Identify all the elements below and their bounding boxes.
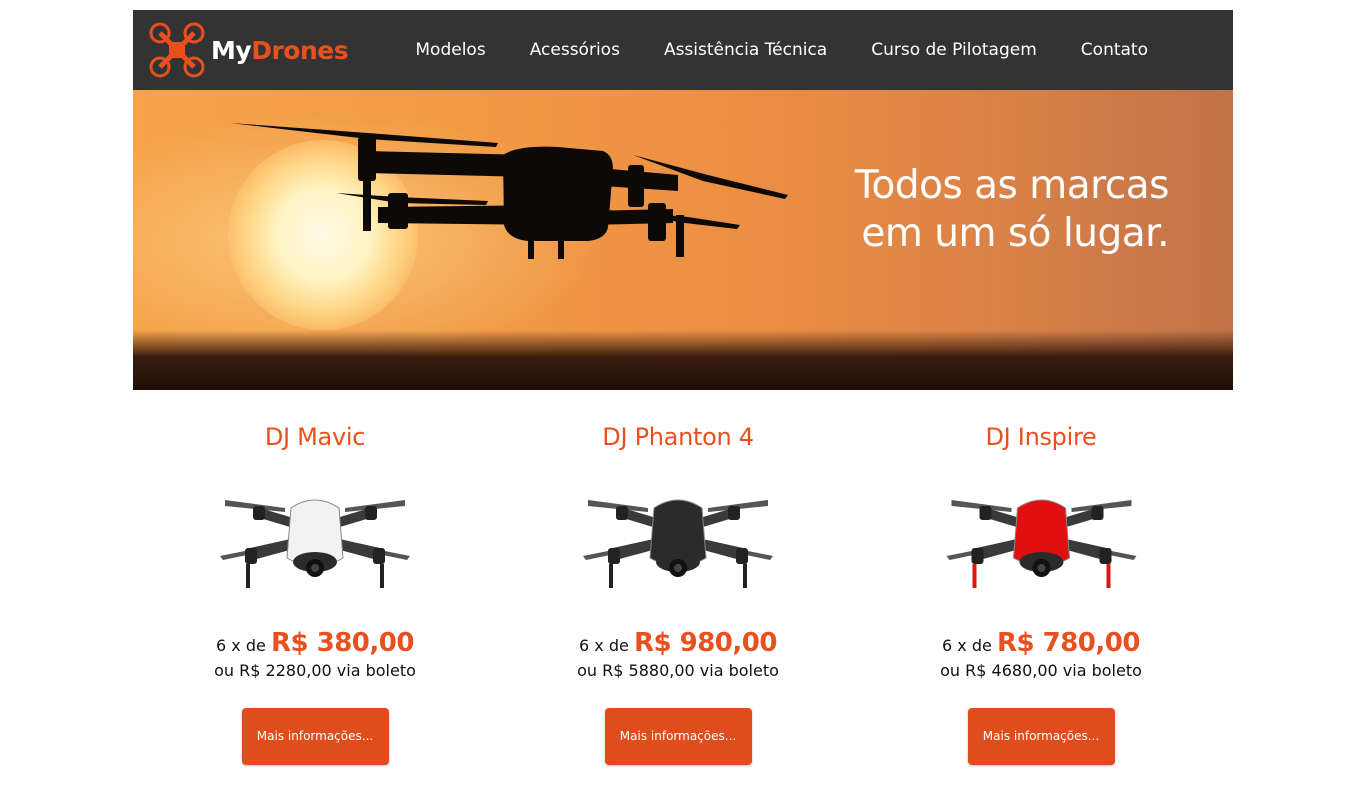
installment-price: R$ 380,00	[270, 628, 415, 658]
hero-banner: Todos as marcas em um só lugar.	[133, 90, 1233, 390]
product-image[interactable]	[891, 473, 1191, 603]
drone-part	[245, 548, 257, 564]
boleto-price: ou R$ 4680,00 via boleto	[940, 661, 1142, 680]
nav-curso-de-pilotagem[interactable]: Curso de Pilotagem	[871, 40, 1037, 60]
site-header: MyDrones Modelos Acessórios Assistência …	[133, 10, 1233, 90]
product-title[interactable]: DJ Inspire	[891, 415, 1191, 459]
logo[interactable]: MyDrones	[147, 18, 349, 82]
drone-part	[972, 564, 976, 588]
price-line: 6 x de R$ 780,00	[891, 626, 1191, 660]
hero-headline-line1: Todos as marcas	[854, 163, 1170, 208]
price-line: 6 x de R$ 380,00	[165, 626, 465, 660]
drone-part	[609, 564, 613, 588]
drone-part	[728, 506, 740, 520]
drone-part	[373, 548, 385, 564]
boleto-price: ou R$ 5880,00 via boleto	[577, 661, 779, 680]
drone-product-image	[583, 499, 773, 588]
installments-label: 6 x de	[579, 636, 629, 655]
drone-part	[365, 506, 377, 520]
more-info-button[interactable]: Mais informações...	[604, 708, 752, 765]
drone-product-image	[220, 499, 410, 588]
drone-part	[971, 548, 983, 564]
drone-part	[1106, 564, 1110, 588]
drone-part	[1099, 548, 1111, 564]
nav-contato[interactable]: Contato	[1081, 40, 1148, 60]
hero-horizon	[133, 330, 1233, 390]
main-nav: Modelos Acessórios Assistência Técnica C…	[415, 10, 1148, 90]
hero-drone-silhouette	[230, 123, 788, 259]
drone-part	[311, 564, 319, 572]
product-card: DJ Mavic 6 x de R$ 380,00 ou R$ 2280,00 …	[165, 415, 465, 765]
installment-price: R$ 780,00	[996, 628, 1141, 658]
installments-label: 6 x de	[942, 636, 992, 655]
price-line: 6 x de R$ 980,00	[528, 626, 828, 660]
drone-part	[674, 564, 682, 572]
drone-part	[246, 564, 250, 588]
nav-assistencia-tecnica[interactable]: Assistência Técnica	[664, 40, 827, 60]
installment-price: R$ 980,00	[633, 628, 778, 658]
logo-text: MyDrones	[211, 35, 349, 65]
hero-headline-line2: em um só lugar.	[861, 211, 1169, 256]
product-title[interactable]: DJ Mavic	[165, 415, 465, 459]
drone-part	[1091, 506, 1103, 520]
more-info-button[interactable]: Mais informações...	[241, 708, 389, 765]
drone-part	[1037, 564, 1045, 572]
product-title[interactable]: DJ Phanton 4	[528, 415, 828, 459]
product-grid: DJ Mavic 6 x de R$ 380,00 ou R$ 2280,00 …	[133, 415, 1233, 775]
hero-headline: Todos as marcas em um só lugar.	[854, 162, 1170, 258]
boleto-price: ou R$ 2280,00 via boleto	[214, 661, 416, 680]
installments-label: 6 x de	[216, 636, 266, 655]
drone-part	[736, 548, 748, 564]
drone-part	[253, 506, 265, 520]
drone-part	[743, 564, 747, 588]
product-card: DJ Phanton 4 6 x de R$ 980,00 ou R$ 5880…	[528, 415, 828, 765]
drone-part	[608, 548, 620, 564]
drone-part	[979, 506, 991, 520]
drone-part	[616, 506, 628, 520]
product-card: DJ Inspire 6 x de R$ 780,00 ou R$ 4680,0…	[891, 415, 1191, 765]
drone-logo-icon	[149, 22, 205, 78]
nav-modelos[interactable]: Modelos	[415, 40, 485, 60]
nav-acessorios[interactable]: Acessórios	[530, 40, 620, 60]
more-info-button[interactable]: Mais informações...	[967, 708, 1115, 765]
drone-product-image	[946, 499, 1136, 588]
product-image[interactable]	[528, 473, 828, 603]
product-image[interactable]	[165, 473, 465, 603]
drone-part	[380, 564, 384, 588]
